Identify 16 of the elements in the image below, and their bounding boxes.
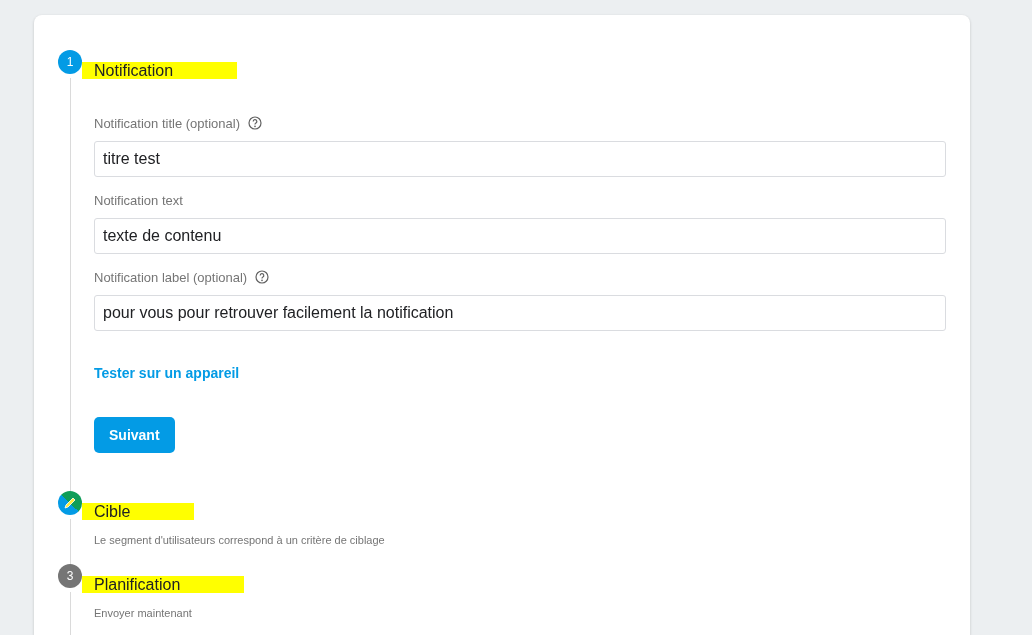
field-label: Notification label (optional) — [94, 269, 248, 285]
step-title[interactable]: Planification — [94, 576, 181, 593]
field-label: Notification title (optional) — [94, 115, 240, 131]
step-summary: Envoyer maintenant — [94, 607, 193, 619]
step-number: 3 — [58, 564, 82, 588]
step-number: 1 — [58, 50, 82, 74]
step-title[interactable]: Notification — [94, 62, 174, 79]
text-input[interactable]: pour vous pour retrouver facilement la notification — [94, 295, 946, 331]
step-summary: Le segment d'utilisateurs correspond à un critère de ciblage — [94, 534, 386, 546]
step-edit-icon — [58, 491, 82, 515]
help-icon[interactable] — [255, 270, 270, 284]
text-input[interactable]: texte de contenu — [94, 218, 946, 254]
step-title[interactable]: Cible — [94, 503, 131, 520]
field-label: Notification text — [94, 192, 183, 208]
help-icon[interactable] — [247, 116, 262, 130]
text-input[interactable]: titre test — [94, 141, 946, 177]
